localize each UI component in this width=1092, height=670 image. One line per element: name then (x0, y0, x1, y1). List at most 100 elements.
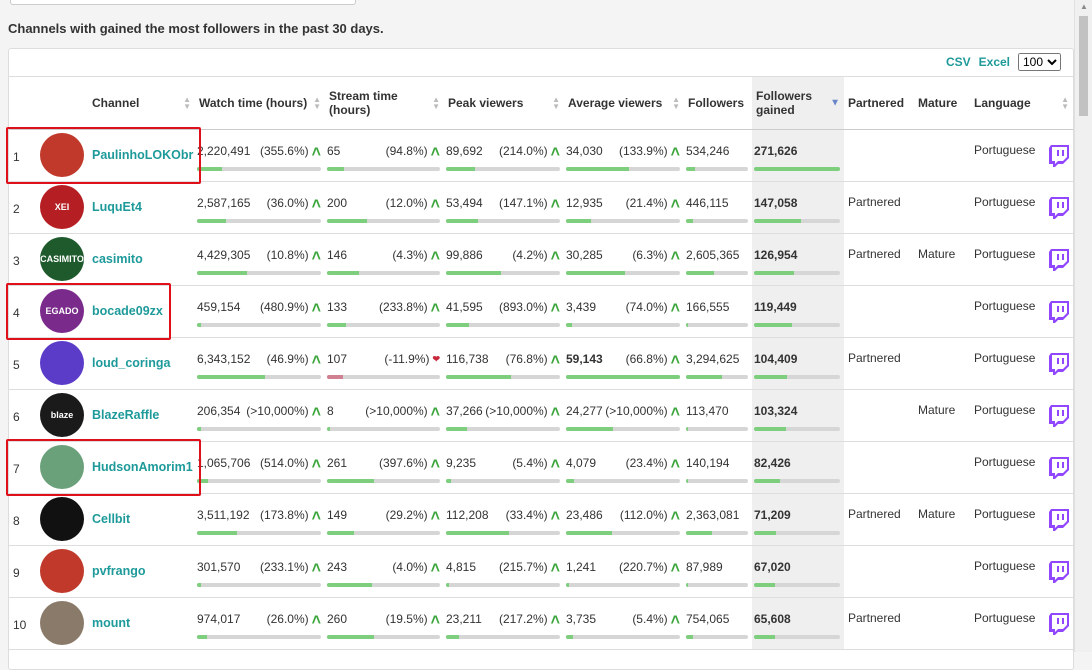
trend-up-icon: ˄ (670, 508, 680, 525)
average-viewers-cell: 4,079 (23.4%) ˄ (564, 442, 684, 483)
language-cell: Portuguese (974, 455, 1036, 469)
twitch-icon[interactable] (1049, 145, 1069, 170)
channel-avatar[interactable]: XEI (40, 185, 84, 229)
metric-value: 112,208 (446, 508, 489, 522)
metric-value: 23,486 (566, 508, 603, 522)
sort-icon: ▲ ▼ (432, 95, 440, 111)
channel-name-link[interactable]: HudsonAmorim1 (92, 460, 193, 474)
twitch-icon[interactable] (1049, 353, 1069, 378)
channel-avatar[interactable] (40, 601, 84, 645)
channel-name-link[interactable]: PaulinhoLOKObr (92, 148, 193, 162)
rank-number: 3 (13, 254, 20, 268)
progress-bar (327, 583, 440, 587)
progress-bar (197, 219, 321, 223)
metric-value: 82,426 (754, 456, 791, 470)
twitch-icon[interactable] (1049, 405, 1069, 430)
col-mature[interactable]: Mature (914, 76, 970, 130)
channel-avatar[interactable] (40, 549, 84, 593)
channel-avatar[interactable] (40, 341, 84, 385)
watch-time-cell: 974,017 (26.0%) ˄ (195, 598, 325, 639)
change-percent: (5.4%) (512, 456, 548, 470)
progress-bar-fill (446, 271, 501, 275)
progress-bar (446, 479, 560, 483)
search-input[interactable] (10, 0, 356, 5)
mature-cell: Mature (918, 507, 956, 521)
watch-time-cell: 301,570 (233.1%) ˄ (195, 546, 325, 587)
col-followers[interactable]: Followers (684, 76, 752, 130)
trend-up-icon: ˄ (430, 248, 440, 265)
metric-value: 459,154 (197, 300, 241, 314)
metric-value: 53,494 (446, 196, 483, 210)
metric-value: 446,115 (686, 196, 729, 210)
channel-name-link[interactable]: Cellbit (92, 512, 130, 526)
excel-export-link[interactable]: Excel (979, 55, 1010, 69)
language-cell: Portuguese (974, 611, 1036, 625)
stream-time-cell: 243 (4.0%) ˄ (325, 546, 444, 587)
language-cell: Portuguese (974, 507, 1036, 521)
progress-bar-fill (754, 531, 777, 535)
channel-name-link[interactable]: pvfrango (92, 564, 145, 578)
metric-value: 113,470 (686, 404, 729, 418)
col-channel[interactable]: Channel ▲ ▼ (38, 76, 195, 130)
vertical-scrollbar[interactable]: ▲ (1074, 0, 1092, 652)
scrollbar-thumb[interactable] (1079, 16, 1088, 116)
channel-name-link[interactable]: casimito (92, 252, 143, 266)
col-stream-time[interactable]: Stream time (hours) ▲ ▼ (325, 76, 444, 130)
peak-viewers-cell: 9,235 (5.4%) ˄ (444, 442, 564, 483)
peak-viewers-cell: 53,494 (147.1%) ˄ (444, 182, 564, 223)
progress-bar (446, 167, 560, 171)
rank-number: 1 (13, 150, 20, 164)
twitch-icon[interactable] (1049, 249, 1069, 274)
twitch-icon[interactable] (1049, 197, 1069, 222)
channel-avatar[interactable]: CASIMITO (40, 237, 84, 281)
change-percent: (26.0%) (266, 612, 309, 626)
progress-bar-fill (566, 167, 629, 171)
channel-avatar[interactable] (40, 445, 84, 489)
metric-value: 30,285 (566, 248, 603, 262)
peak-viewers-cell: 116,738 (76.8%) ˄ (444, 338, 564, 379)
followers-cell: 113,470 (684, 390, 752, 431)
stream-time-cell: 260 (19.5%) ˄ (325, 598, 444, 639)
col-followers-gained[interactable]: Followers gained ▼ (752, 76, 844, 130)
progress-bar-fill (566, 635, 573, 639)
twitch-icon[interactable] (1049, 301, 1069, 326)
trend-up-icon: ˄ (311, 456, 321, 473)
twitch-icon[interactable] (1049, 561, 1069, 586)
csv-export-link[interactable]: CSV (946, 55, 971, 69)
col-peak-viewers[interactable]: Peak viewers ▲ ▼ (444, 76, 564, 130)
col-average-viewers[interactable]: Average viewers ▲ ▼ (564, 76, 684, 130)
progress-bar-fill (327, 167, 344, 171)
progress-bar-fill (686, 219, 694, 223)
col-language[interactable]: Language ▲ ▼ (970, 76, 1073, 130)
progress-bar-fill (197, 583, 201, 587)
trend-up-icon: ˄ (550, 456, 560, 473)
metric-value: 2,220,491 (197, 144, 251, 158)
channel-name-link[interactable]: BlazeRaffle (92, 408, 159, 422)
channel-avatar[interactable]: blaze (40, 393, 84, 437)
col-partnered[interactable]: Partnered (844, 76, 914, 130)
channel-name-link[interactable]: LuquEt4 (92, 200, 142, 214)
twitch-icon[interactable] (1049, 613, 1069, 638)
mature-cell (914, 286, 970, 299)
average-viewers-cell: 23,486 (112.0%) ˄ (564, 494, 684, 535)
trend-up-icon: ˄ (550, 404, 560, 421)
trend-up-icon: ˄ (311, 560, 321, 577)
channel-avatar[interactable] (40, 133, 84, 177)
twitch-icon[interactable] (1049, 457, 1069, 482)
progress-bar (686, 531, 748, 535)
col-watch-time[interactable]: Watch time (hours) ▲ ▼ (195, 76, 325, 130)
progress-bar-fill (446, 635, 459, 639)
channel-name-link[interactable]: bocade09zx (92, 304, 163, 318)
channel-avatar[interactable] (40, 497, 84, 541)
channel-avatar[interactable]: EGADO (40, 289, 84, 333)
channel-name-link[interactable]: loud_coringa (92, 356, 170, 370)
progress-bar (566, 271, 680, 275)
scroll-up-arrow-icon[interactable]: ▲ (1080, 2, 1088, 11)
page-size-select[interactable]: 100 (1018, 53, 1061, 71)
channel-name-link[interactable]: mount (92, 616, 130, 630)
metric-value: 206,354 (197, 404, 241, 418)
metric-value: 146 (327, 248, 348, 262)
twitch-icon[interactable] (1049, 509, 1069, 534)
progress-bar-fill (327, 635, 375, 639)
progress-bar (327, 531, 440, 535)
